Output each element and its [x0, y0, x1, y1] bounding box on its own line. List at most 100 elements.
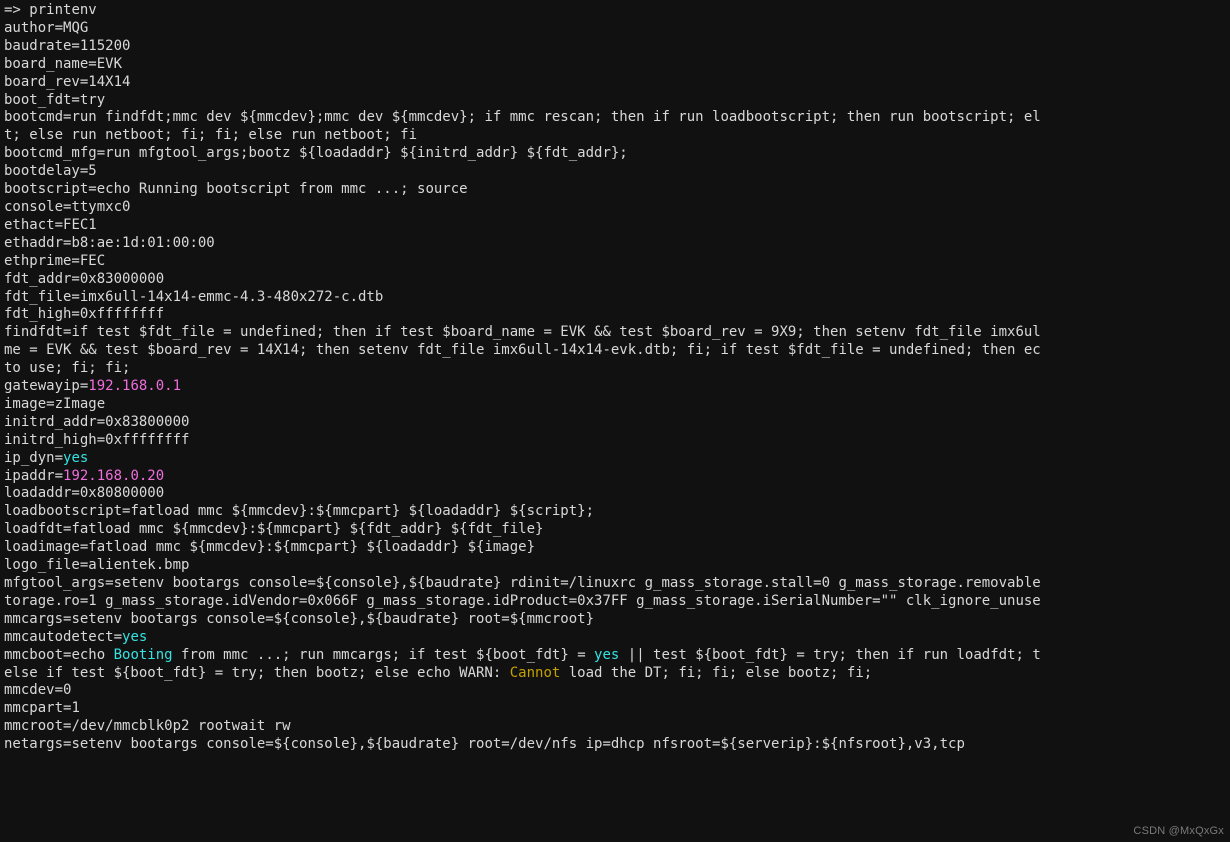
env-key: gatewayip=	[4, 378, 88, 394]
env-value: run findfdt;mmc dev ${mmcdev};mmc dev ${…	[71, 109, 1040, 125]
env-line: loadaddr=0x80800000	[4, 485, 1226, 503]
env-value: fatload mmc ${mmcdev}:${mmcpart} ${loada…	[88, 539, 535, 555]
env-value: 0xffffffff	[105, 432, 189, 448]
env-key: baudrate=	[4, 38, 80, 54]
keyword-cannot: Cannot	[510, 665, 561, 681]
env-key: netargs=	[4, 736, 71, 752]
env-line: ip_dyn=yes	[4, 450, 1226, 468]
env-line: mmcroot=/dev/mmcblk0p2 rootwait rw	[4, 718, 1226, 736]
env-value-ip: 192.168.0.1	[88, 378, 181, 394]
env-line: bootcmd_mfg=run mfgtool_args;bootz ${loa…	[4, 145, 1226, 163]
env-value: me = EVK && test $board_rev = 14X14; the…	[4, 342, 1041, 358]
env-line: logo_file=alientek.bmp	[4, 557, 1226, 575]
env-line: ipaddr=192.168.0.20	[4, 468, 1226, 486]
env-key: mmcdev=	[4, 682, 63, 698]
env-line-wrap: torage.ro=1 g_mass_storage.idVendor=0x06…	[4, 593, 1226, 611]
env-value: MQG	[63, 20, 88, 36]
env-value: imx6ull-14x14-emmc-4.3-480x272-c.dtb	[80, 289, 383, 305]
env-line-wrap: me = EVK && test $board_rev = 14X14; the…	[4, 342, 1226, 360]
env-key: loadaddr=	[4, 485, 80, 501]
env-line: bootcmd=run findfdt;mmc dev ${mmcdev};mm…	[4, 109, 1226, 127]
env-key: board_rev=	[4, 74, 88, 90]
env-value: echo Running bootscript from mmc ...; so…	[97, 181, 468, 197]
env-line: gatewayip=192.168.0.1	[4, 378, 1226, 396]
env-value: setenv bootargs console=${console},${bau…	[71, 736, 964, 752]
env-value: to use; fi; fi;	[4, 360, 130, 376]
env-key: mmcpart=	[4, 700, 71, 716]
keyword-booting: Booting	[114, 647, 173, 663]
env-value: 1	[71, 700, 79, 716]
env-value: 0x83000000	[80, 271, 164, 287]
env-value: t; else run netboot; fi; fi; else run ne…	[4, 127, 417, 143]
env-line: initrd_high=0xffffffff	[4, 432, 1226, 450]
watermark-text: CSDN @MxQxGx	[1133, 824, 1224, 838]
env-value: setenv bootargs console=${console},${bau…	[71, 611, 594, 627]
terminal-output[interactable]: => printenv author=MQG baudrate=115200 b…	[0, 0, 1230, 754]
env-value: else if test ${boot_fdt} = try; then boo…	[4, 665, 510, 681]
env-line: board_rev=14X14	[4, 74, 1226, 92]
env-line: image=zImage	[4, 396, 1226, 414]
env-key: logo_file=	[4, 557, 88, 573]
env-value-bool: yes	[122, 629, 147, 645]
env-line: mmcautodetect=yes	[4, 629, 1226, 647]
env-line: mfgtool_args=setenv bootargs console=${c…	[4, 575, 1226, 593]
env-value: EVK	[97, 56, 122, 72]
env-line: fdt_high=0xffffffff	[4, 306, 1226, 324]
env-value: load the DT; fi; fi; else bootz; fi;	[560, 665, 872, 681]
env-line: bootscript=echo Running bootscript from …	[4, 181, 1226, 199]
env-line: netargs=setenv bootargs console=${consol…	[4, 736, 1226, 754]
prompt-line: => printenv	[4, 2, 1226, 20]
env-line-wrap: else if test ${boot_fdt} = try; then boo…	[4, 665, 1226, 683]
env-line-wrap: to use; fi; fi;	[4, 360, 1226, 378]
env-key: mfgtool_args=	[4, 575, 114, 591]
env-line: bootdelay=5	[4, 163, 1226, 181]
env-line: board_name=EVK	[4, 56, 1226, 74]
env-value: zImage	[55, 396, 106, 412]
env-key: loadfdt=	[4, 521, 71, 537]
env-key: bootcmd_mfg=	[4, 145, 105, 161]
env-value: FEC	[80, 253, 105, 269]
env-key: initrd_high=	[4, 432, 105, 448]
env-line: mmcdev=0	[4, 682, 1226, 700]
env-value: 14X14	[88, 74, 130, 90]
env-line: loadimage=fatload mmc ${mmcdev}:${mmcpar…	[4, 539, 1226, 557]
env-value: try	[80, 92, 105, 108]
env-key: findfdt=	[4, 324, 71, 340]
keyword-yes: yes	[594, 647, 619, 663]
env-line: mmcargs=setenv bootargs console=${consol…	[4, 611, 1226, 629]
env-key: fdt_high=	[4, 306, 80, 322]
env-line-wrap: t; else run netboot; fi; fi; else run ne…	[4, 127, 1226, 145]
env-line: author=MQG	[4, 20, 1226, 38]
env-value: 5	[88, 163, 96, 179]
env-line: baudrate=115200	[4, 38, 1226, 56]
env-value: 0xffffffff	[80, 306, 164, 322]
env-line: initrd_addr=0x83800000	[4, 414, 1226, 432]
env-key: bootcmd=	[4, 109, 71, 125]
env-value: from mmc ...; run mmcargs; if test ${boo…	[173, 647, 594, 663]
env-line: mmcboot=echo Booting from mmc ...; run m…	[4, 647, 1226, 665]
env-key: mmcboot=	[4, 647, 71, 663]
env-key: boot_fdt=	[4, 92, 80, 108]
env-value: torage.ro=1 g_mass_storage.idVendor=0x06…	[4, 593, 1041, 609]
env-key: console=	[4, 199, 71, 215]
env-value: 115200	[80, 38, 131, 54]
env-line: console=ttymxc0	[4, 199, 1226, 217]
env-value: || test ${boot_fdt} = try; then if run l…	[619, 647, 1040, 663]
env-line: ethprime=FEC	[4, 253, 1226, 271]
env-value: setenv bootargs console=${console},${bau…	[114, 575, 1041, 591]
env-value: if test $fdt_file = undefined; then if t…	[71, 324, 1040, 340]
command-text: printenv	[29, 2, 96, 18]
env-line: loadfdt=fatload mmc ${mmcdev}:${mmcpart}…	[4, 521, 1226, 539]
env-key: bootscript=	[4, 181, 97, 197]
env-key: mmcautodetect=	[4, 629, 122, 645]
env-value: 0x83800000	[105, 414, 189, 430]
env-key: initrd_addr=	[4, 414, 105, 430]
env-line: findfdt=if test $fdt_file = undefined; t…	[4, 324, 1226, 342]
env-value: fatload mmc ${mmcdev}:${mmcpart} ${fdt_a…	[71, 521, 543, 537]
env-value: 0	[63, 682, 71, 698]
env-key: loadbootscript=	[4, 503, 130, 519]
env-line: mmcpart=1	[4, 700, 1226, 718]
env-value: run mfgtool_args;bootz ${loadaddr} ${ini…	[105, 145, 628, 161]
env-key: ipaddr=	[4, 468, 63, 484]
env-line: fdt_addr=0x83000000	[4, 271, 1226, 289]
